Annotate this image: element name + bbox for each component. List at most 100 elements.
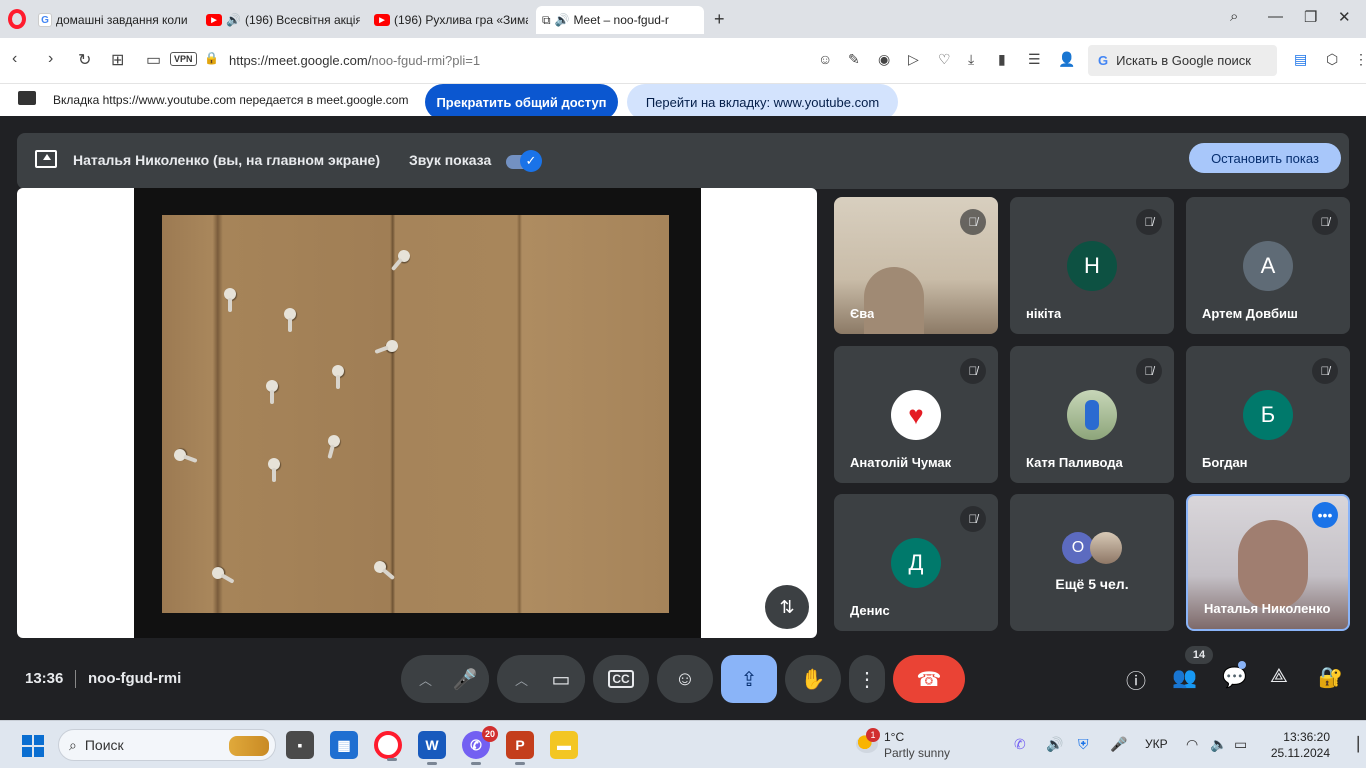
reactions-button[interactable]: ☺ xyxy=(657,655,713,703)
file-explorer-icon[interactable]: ▬ xyxy=(550,731,578,759)
meeting-time: 13:36 xyxy=(25,670,64,687)
volume-app-icon[interactable]: 🔊 xyxy=(1046,736,1063,753)
extensions-icon[interactable]: ⬡ xyxy=(1326,51,1338,68)
chevron-up-icon: ︿ xyxy=(419,672,433,688)
notifications-icon[interactable]: ▕ xyxy=(1348,736,1359,753)
system-clock[interactable]: 13:36:20 25.11.2024 xyxy=(1266,729,1330,761)
stop-sharing-button[interactable]: Прекратить общий доступ xyxy=(425,84,618,120)
mic-off-icon: 🎙̸ xyxy=(960,358,986,384)
leave-call-button[interactable]: ☎ xyxy=(893,655,965,703)
nail xyxy=(172,447,188,463)
meeting-code: noo-fgud-rmi xyxy=(88,670,182,687)
camera-button[interactable]: ▭ xyxy=(537,655,585,703)
mic-off-icon: 🎙̸ xyxy=(960,506,986,532)
speaker-icon[interactable]: 🔊 xyxy=(555,13,570,27)
lock-icon[interactable]: 🔒 xyxy=(204,51,219,65)
menu-icon[interactable]: ⋮ xyxy=(1354,51,1366,68)
present-button[interactable]: ⇪ xyxy=(721,655,777,703)
opera-menu-icon[interactable] xyxy=(8,9,26,29)
more-options-button[interactable]: ⋮ xyxy=(849,655,885,703)
camera-icon[interactable]: ▭ xyxy=(146,50,161,70)
speed-dial-icon[interactable]: ⊞ xyxy=(111,50,124,70)
activities-icon[interactable]: ⟁ xyxy=(1270,665,1288,688)
microphone-button[interactable]: 🎤 xyxy=(441,655,489,703)
edit-icon[interactable]: ✎ xyxy=(848,51,860,68)
tab-youtube-1[interactable]: ▶ 🔊 (196) Всесвітня акція xyxy=(200,6,366,34)
host-controls-icon[interactable]: 🔐 xyxy=(1318,665,1343,690)
tab-meet[interactable]: ⧉ 🔊 Meet – noo-fgud-r xyxy=(536,6,704,34)
viber-tray-icon[interactable]: ✆ xyxy=(1014,736,1026,753)
url-path: noo-fgud-rmi?pli=1 xyxy=(371,53,481,68)
security-icon[interactable]: ⛨ xyxy=(1078,736,1089,753)
microphone-tray-icon[interactable]: 🎤 xyxy=(1110,736,1127,753)
participant-tile-katia[interactable]: 🎙̸ Катя Паливода xyxy=(1010,346,1174,483)
snapshot-icon[interactable]: ◉ xyxy=(878,51,890,68)
youtube-icon: ▶ xyxy=(206,14,222,26)
nail xyxy=(209,564,227,582)
wifi-icon[interactable]: ◠ xyxy=(1186,736,1198,753)
google-search-field[interactable]: G Искать в Google поиск xyxy=(1088,45,1277,76)
tab-title: Meet – noo-fgud-r xyxy=(573,13,669,27)
restore-icon[interactable]: ❐ xyxy=(1304,8,1317,26)
info-icon[interactable]: ⓘ xyxy=(1126,665,1146,694)
opera-icon[interactable] xyxy=(374,731,402,761)
more-options-icon[interactable]: ••• xyxy=(1312,502,1338,528)
check-icon: ✓ xyxy=(520,150,542,172)
go-to-tab-button[interactable]: Перейти на вкладку: www.youtube.com xyxy=(627,84,898,120)
people-icon[interactable]: 👥 xyxy=(1172,665,1197,690)
more-participants-tile[interactable]: О Ещё 5 чел. xyxy=(1010,494,1174,631)
vpn-badge[interactable]: VPN xyxy=(170,52,197,66)
powerpoint-icon[interactable]: P xyxy=(506,731,534,765)
viber-icon[interactable]: ✆ 20 xyxy=(462,726,498,765)
swap-layout-button[interactable]: ⇅ xyxy=(765,585,809,629)
participant-tile-anatolii[interactable]: 🎙̸ ♥ Анатолій Чумак xyxy=(834,346,998,483)
reload-icon[interactable]: ↻ xyxy=(78,50,91,70)
url-host: https://meet.google.com/ xyxy=(229,53,372,68)
taskbar-search[interactable]: ⌕ Поиск xyxy=(58,729,276,761)
input-language[interactable]: УКР xyxy=(1145,737,1168,751)
stop-presenting-button[interactable]: Остановить показ xyxy=(1189,143,1341,173)
heart-icon[interactable]: ♡ xyxy=(938,51,951,68)
windows-start-icon[interactable] xyxy=(22,735,44,757)
close-icon[interactable]: ✕ xyxy=(1338,8,1351,26)
word-icon[interactable]: W xyxy=(418,731,446,765)
battery-icon[interactable]: ▭ xyxy=(1234,736,1247,753)
notification-dot xyxy=(1238,661,1246,669)
profile-icon[interactable]: 👤 xyxy=(1058,51,1075,68)
tab-homework[interactable]: G домашні завдання коли xyxy=(32,6,198,34)
participant-tile-nikita[interactable]: 🎙̸ Н нікіта xyxy=(1010,197,1174,334)
store-icon[interactable]: ▦ xyxy=(330,731,358,759)
volume-icon[interactable]: 🔈 xyxy=(1210,736,1227,753)
forward-icon[interactable]: › xyxy=(48,50,53,68)
easy-setup-icon[interactable]: ☰ xyxy=(1028,51,1041,68)
battery-saver-icon[interactable]: ▮ xyxy=(998,51,1006,68)
speaker-icon[interactable]: 🔊 xyxy=(226,13,241,27)
search-tabs-icon[interactable]: ⌕ xyxy=(1230,8,1238,25)
download-icon[interactable]: ⤓ xyxy=(968,51,974,68)
play-icon[interactable]: ▷ xyxy=(908,51,919,68)
present-screen-icon: ⇪ xyxy=(740,668,758,691)
back-icon[interactable]: ‹ xyxy=(12,50,17,68)
more-vert-icon: ⋮ xyxy=(857,668,877,691)
sidebar-icon[interactable]: ▤ xyxy=(1294,51,1307,68)
participant-tile-bohdan[interactable]: 🎙̸ Б Богдан xyxy=(1186,346,1350,483)
raise-hand-button[interactable]: ✋ xyxy=(785,655,841,703)
url-field[interactable]: https://meet.google.com/noo-fgud-rmi?pli… xyxy=(229,53,480,68)
avatar: Б xyxy=(1243,390,1293,440)
share-audio-toggle[interactable]: ✓ xyxy=(506,150,542,172)
minimize-icon[interactable]: — xyxy=(1268,8,1283,25)
tab-youtube-2[interactable]: ▶ (196) Рухлива гра «Зима» xyxy=(368,6,534,34)
participant-tile-artem[interactable]: 🎙̸ А Артем Довбиш xyxy=(1186,197,1350,334)
participant-tile-denys[interactable]: 🎙̸ Д Денис xyxy=(834,494,998,631)
captions-button[interactable]: CC xyxy=(593,655,649,703)
weather-widget[interactable]: 1 1°C Partly sunny xyxy=(852,728,962,761)
pip-icon[interactable]: ⧉ xyxy=(542,13,551,28)
participant-tile-self[interactable]: ••• Наталья Николенко xyxy=(1186,494,1350,631)
new-tab-icon[interactable]: + xyxy=(714,9,725,30)
task-view-icon[interactable]: ▪ xyxy=(286,731,314,759)
share-audio-label: Звук показа xyxy=(409,152,492,168)
meet-window: Наталья Николенко (вы, на главном экране… xyxy=(0,116,1366,720)
emoji-icon[interactable]: ☺ xyxy=(818,51,832,67)
participant-name: Катя Паливода xyxy=(1026,455,1123,470)
participant-tile-eva[interactable]: 🎙̸ Єва xyxy=(834,197,998,334)
